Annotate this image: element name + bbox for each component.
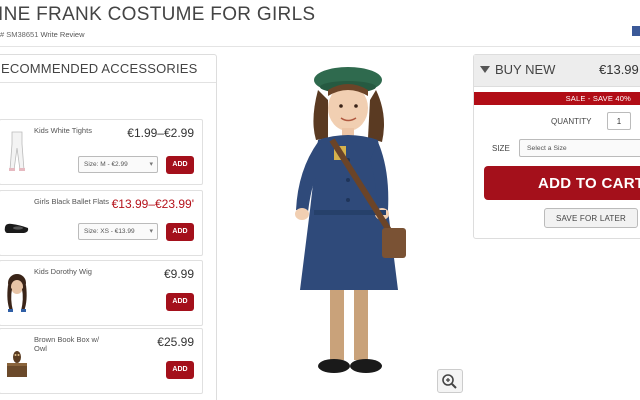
size-select[interactable]: Select a Size: [519, 139, 640, 157]
add-accessory-button[interactable]: ADD: [166, 156, 194, 174]
quantity-label: QUANTITY: [551, 117, 592, 126]
book-box-icon: [7, 351, 27, 377]
accessory-name: Kids White Tights: [34, 126, 92, 135]
accessory-price: €25.99: [157, 335, 194, 349]
shoes-icon: [4, 223, 29, 233]
accessory-item-book-box: Brown Book Box w/ Owl €25.99 ADD: [0, 328, 203, 394]
product-image: [295, 67, 406, 373]
add-to-cart-button[interactable]: ADD TO CART: [484, 166, 640, 200]
buy-new-heading: BUY NEW: [495, 62, 556, 77]
accessory-name: Kids Dorothy Wig: [34, 267, 92, 276]
add-accessory-button[interactable]: ADD: [166, 293, 194, 311]
add-accessory-button[interactable]: ADD: [166, 223, 194, 241]
accessory-name: Brown Book Box w/ Owl: [34, 335, 100, 353]
sale-banner: SALE - SAVE 40%: [474, 92, 640, 105]
save-for-later-button[interactable]: SAVE FOR LATER: [544, 208, 638, 228]
accessory-price: €13.99–€23.99': [111, 197, 194, 211]
buy-new-header[interactable]: BUY NEW €13.99: [474, 55, 640, 87]
accessory-price: €9.99: [163, 267, 194, 281]
wig-icon: [7, 274, 27, 312]
buy-new-panel: BUY NEW €13.99 SALE - SAVE 40% QUANTITY …: [473, 54, 640, 239]
accessory-price: €1.99–€2.99: [127, 126, 194, 140]
quantity-input[interactable]: 1: [607, 112, 631, 130]
zoom-in-icon: [442, 374, 457, 389]
triangle-down-icon: [480, 66, 490, 73]
accessory-item-tights: Kids White Tights €1.99–€2.99 Size: M - …: [0, 119, 203, 185]
sku-code: # SM38651: [0, 30, 39, 39]
social-tab[interactable]: [632, 26, 640, 36]
recommended-accessories-panel: ECOMMENDED ACCESSORIES Kids White Tights…: [0, 54, 217, 400]
product-page: INE FRANK COSTUME FOR GIRLS # SM38651 Wr…: [0, 0, 640, 400]
accessories-heading: ECOMMENDED ACCESSORIES: [0, 55, 216, 83]
add-accessory-button[interactable]: ADD: [166, 361, 194, 379]
product-meta: # SM38651 Write Review: [0, 30, 85, 39]
accessory-name: Girls Black Ballet Flats: [34, 197, 110, 206]
zoom-button[interactable]: [437, 369, 463, 393]
buy-price: €13.99: [599, 62, 639, 77]
write-review-link[interactable]: Write Review: [40, 30, 84, 39]
accessory-size-select[interactable]: Size: M - €2.99: [78, 156, 158, 173]
accessory-item-wig: Kids Dorothy Wig €9.99 ADD: [0, 260, 203, 326]
accessory-size-select[interactable]: Size: XS - €13.99: [78, 223, 158, 240]
size-label: SIZE: [492, 144, 510, 153]
accessory-item-ballet-flats: Girls Black Ballet Flats €13.99–€23.99' …: [0, 190, 203, 256]
header-divider: [0, 46, 640, 47]
product-title: INE FRANK COSTUME FOR GIRLS: [0, 4, 316, 25]
tights-icon: [9, 131, 25, 171]
